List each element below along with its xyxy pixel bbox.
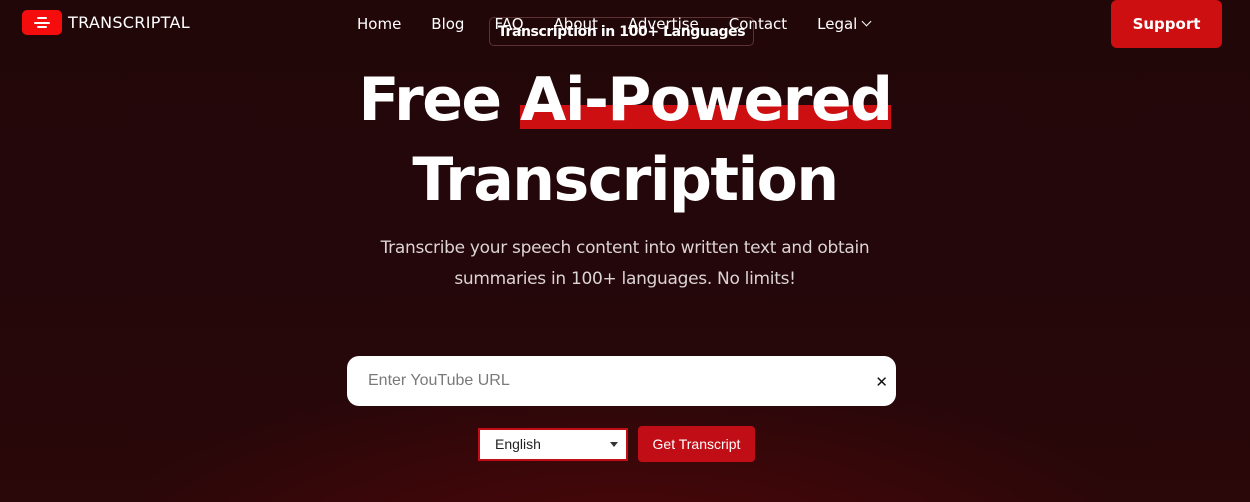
transcript-controls: English Get Transcript	[478, 426, 755, 462]
close-icon[interactable]: ✕	[875, 374, 888, 390]
nav-item-legal-label: Legal	[817, 15, 858, 33]
hero-subtitle-line1: Transcribe your speech content into writ…	[380, 238, 870, 258]
transcript-lines-icon	[22, 10, 62, 35]
brand-name: TRANSCRIPTAL	[68, 13, 190, 32]
hero-subtitle-line2: summaries in 100+ languages. No limits!	[454, 269, 796, 289]
main-nav: Home Blog FAQ About Advertise Contact Le…	[357, 14, 872, 34]
hero-title-highlight: Ai-Powered	[520, 60, 893, 140]
language-select-value: English	[495, 436, 541, 452]
support-button[interactable]: Support	[1111, 0, 1222, 48]
nav-item-advertise[interactable]: Advertise	[628, 14, 699, 34]
nav-item-contact[interactable]: Contact	[729, 14, 787, 34]
nav-item-faq[interactable]: FAQ	[494, 14, 523, 34]
nav-item-legal[interactable]: Legal	[817, 14, 872, 34]
hero-title-prefix: Free	[358, 65, 503, 135]
url-input-container: ✕	[347, 356, 896, 406]
dropdown-caret-icon	[610, 441, 618, 447]
hero-title-line2: Transcription	[412, 145, 839, 215]
get-transcript-button[interactable]: Get Transcript	[638, 426, 755, 462]
hero-title: Free Ai-Powered Transcription	[0, 60, 1250, 220]
nav-item-home[interactable]: Home	[357, 14, 401, 34]
chevron-down-icon	[861, 16, 872, 27]
language-select[interactable]: English	[478, 427, 628, 461]
hero-subtitle: Transcribe your speech content into writ…	[0, 233, 1250, 295]
brand-logo[interactable]: TRANSCRIPTAL	[22, 10, 190, 35]
nav-item-blog[interactable]: Blog	[431, 14, 464, 34]
nav-item-about[interactable]: About	[554, 14, 598, 34]
youtube-url-input[interactable]	[347, 356, 857, 406]
